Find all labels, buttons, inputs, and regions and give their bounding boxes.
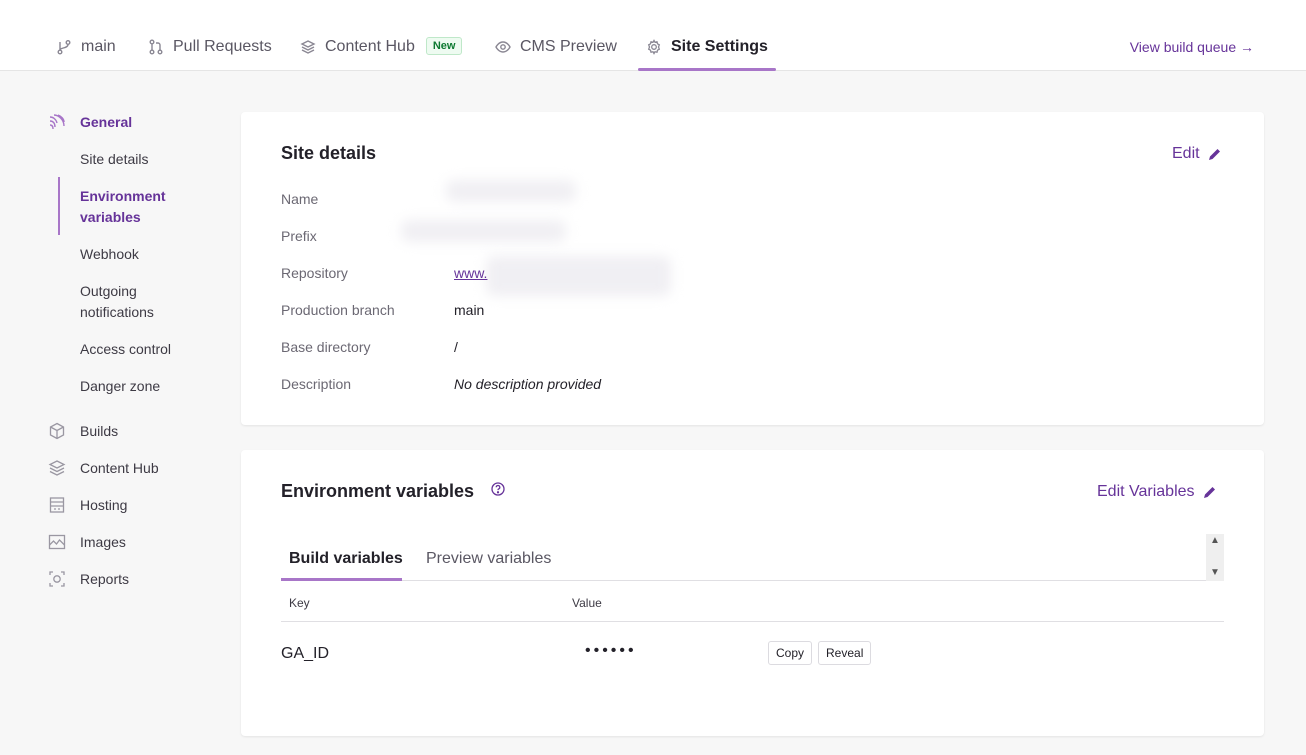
tab-build-variables[interactable]: Build variables [289, 550, 403, 568]
section-title: Environment variables [281, 481, 475, 501]
column-header-value: Value [572, 596, 602, 610]
sidebar-sub-access-control[interactable]: Access control [80, 339, 200, 360]
masked-value: •••••• [585, 642, 637, 659]
detail-value: No description provided [454, 376, 602, 392]
edit-label: Edit [1172, 145, 1200, 162]
tab-label: main [81, 38, 116, 55]
sidebar-item-label: General [80, 114, 133, 130]
edit-site-details-button[interactable]: Edit [1172, 145, 1222, 163]
redacted-name [446, 180, 576, 202]
active-indicator [58, 177, 60, 235]
help-icon[interactable] [491, 482, 505, 496]
reveal-button[interactable]: Reveal [818, 641, 872, 665]
pencil-icon [1208, 149, 1220, 160]
view-build-queue-link[interactable]: View build queue → [1130, 39, 1254, 55]
edit-variables-button[interactable]: Edit Variables [1097, 483, 1217, 501]
detail-row-prefix: Prefix [281, 228, 454, 244]
redacted-repository [486, 256, 671, 296]
sidebar-sub-danger-zone[interactable]: Danger zone [80, 376, 200, 397]
detail-value: main [454, 302, 485, 318]
tab-label: Site Settings [671, 38, 768, 55]
sidebar-item-label: Content Hub [80, 460, 159, 476]
top-navigation: main Pull Requests Content Hub New CMS P… [0, 0, 1306, 71]
detail-label: Repository [281, 265, 348, 281]
pull-request-icon [149, 39, 163, 55]
tab-label: Content Hub [325, 38, 415, 55]
tab-preview-variables[interactable]: Preview variables [426, 550, 551, 568]
sidebar-sub-webhook[interactable]: Webhook [80, 244, 200, 265]
image-icon [48, 534, 66, 550]
gatsby-general-icon [49, 114, 65, 130]
eye-icon [495, 41, 511, 53]
detail-label: Prefix [281, 228, 317, 244]
sidebar-item-label: Images [80, 534, 126, 550]
layers-icon [300, 40, 316, 54]
tabs-divider [281, 580, 1224, 581]
detail-label: Production branch [281, 302, 395, 318]
section-title: Site details [281, 143, 377, 163]
detail-label: Base directory [281, 339, 371, 355]
tab-pull-requests[interactable]: Pull Requests [148, 24, 272, 71]
tab-label: Pull Requests [173, 38, 272, 55]
new-badge: New [425, 37, 463, 55]
sidebar-sub-site-details[interactable]: Site details [80, 149, 200, 170]
scroll-down-icon[interactable]: ▼ [1210, 567, 1220, 578]
detail-row-base-directory: Base directory / [281, 339, 458, 355]
tab-main-branch[interactable]: main [56, 24, 116, 71]
detail-label: Description [281, 376, 352, 392]
header-divider [281, 621, 1224, 622]
detail-row-name: Name [281, 191, 454, 207]
sidebar-item-label: Reports [80, 571, 130, 587]
sidebar-item-label: Builds [80, 423, 119, 439]
sidebar-item-label: Hosting [80, 497, 128, 513]
repository-link[interactable]: www. [454, 265, 487, 281]
building-icon [49, 497, 65, 513]
sidebar-item-images[interactable]: Images [48, 533, 126, 551]
tab-site-settings[interactable]: Site Settings [638, 24, 776, 71]
tab-cms-preview[interactable]: CMS Preview [495, 24, 617, 71]
sidebar-sub-environment-variables[interactable]: Environment variables [80, 186, 200, 228]
variable-key: GA_ID [281, 645, 330, 662]
sidebar-item-content-hub[interactable]: Content Hub [48, 459, 159, 477]
report-icon [49, 571, 65, 587]
environment-variables-card: Environment variables Edit Variables Bui… [241, 450, 1264, 736]
detail-row-production-branch: Production branch main [281, 302, 484, 318]
pencil-icon [1203, 487, 1215, 498]
column-header-key: Key [289, 596, 310, 610]
sidebar-item-hosting[interactable]: Hosting [48, 496, 127, 514]
sidebar-sub-outgoing-notifications[interactable]: Outgoing notifications [80, 281, 200, 323]
edit-label: Edit Variables [1097, 483, 1195, 500]
detail-row-description: Description No description provided [281, 376, 601, 392]
cube-icon [49, 422, 65, 440]
layers-icon [48, 460, 66, 476]
scroll-up-icon[interactable]: ▲ [1210, 535, 1220, 546]
gear-icon [647, 39, 661, 55]
detail-label: Name [281, 191, 319, 207]
branch-icon [57, 40, 71, 55]
tabs-scrollbar[interactable]: ▲ ▼ [1206, 534, 1224, 581]
site-details-card: Site details Edit Name Prefix Repository… [241, 112, 1264, 425]
detail-row-repository: Repository www. [281, 265, 487, 281]
sidebar-item-reports[interactable]: Reports [48, 570, 129, 588]
sidebar-item-builds[interactable]: Builds [48, 422, 118, 440]
tab-content-hub[interactable]: Content Hub New [300, 24, 463, 71]
detail-value: / [454, 339, 458, 355]
tab-label: CMS Preview [520, 38, 617, 55]
active-tab-indicator [281, 578, 402, 581]
copy-button[interactable]: Copy [768, 641, 813, 665]
sidebar-item-general[interactable]: General [48, 113, 132, 131]
